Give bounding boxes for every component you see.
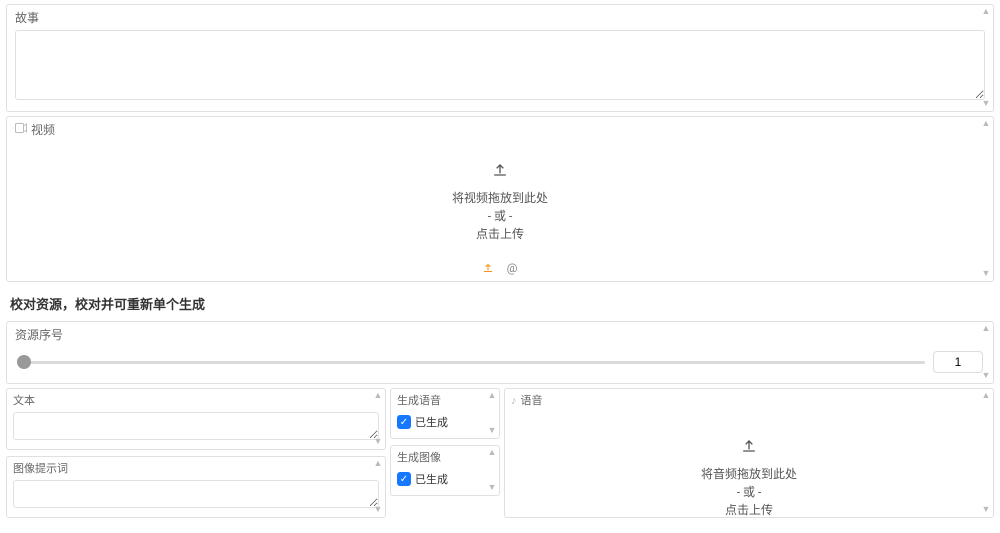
slider-track (17, 361, 925, 364)
gen-image-panel: 生成图像 ✓ 已生成 (390, 445, 500, 496)
audio-panel: ♪ 语音 将音频拖放到此处 - 或 - 点击上传 (504, 388, 994, 518)
music-icon: ♪ (511, 394, 517, 407)
video-label: 视频 (7, 117, 993, 140)
text-label: 文本 (7, 389, 385, 410)
video-drop-line1: 将视频拖放到此处 (452, 189, 548, 207)
audio-dropzone[interactable]: 将音频拖放到此处 - 或 - 点击上传 (505, 410, 993, 533)
audio-label-text: 语音 (521, 392, 543, 408)
text-caret-down[interactable] (373, 437, 383, 447)
resource-caret-up[interactable] (981, 324, 991, 334)
text-textarea[interactable] (13, 412, 379, 440)
audio-drop-line1: 将音频拖放到此处 (701, 465, 797, 483)
slider-thumb[interactable] (17, 355, 31, 369)
resource-index-panel: 资源序号 (6, 321, 994, 384)
video-icon (15, 123, 27, 136)
video-label-text: 视频 (31, 121, 55, 138)
prompt-panel: 图像提示词 (6, 456, 386, 518)
gen-voice-label: 生成语音 (391, 389, 499, 410)
audio-drop-or: - 或 - (737, 483, 762, 501)
gen-image-chk-label: 已生成 (415, 471, 448, 487)
gen-voice-checkbox[interactable]: ✓ (397, 415, 411, 429)
story-caret-up[interactable] (981, 7, 991, 17)
video-caret-up[interactable] (981, 119, 991, 129)
upload-icon (490, 160, 510, 183)
gen-voice-chk-label: 已生成 (415, 414, 448, 430)
prompt-label: 图像提示词 (7, 457, 385, 478)
gen-image-checkbox[interactable]: ✓ (397, 472, 411, 486)
story-textarea[interactable] (15, 30, 985, 100)
prompt-caret-up[interactable] (373, 459, 383, 469)
text-caret-up[interactable] (373, 391, 383, 401)
audio-caret-up[interactable] (981, 391, 991, 401)
video-dropzone[interactable]: 将视频拖放到此处 - 或 - 点击上传 (7, 140, 993, 257)
bottom-row: 文本 图像提示词 生成语音 ✓ 已生成 生成图像 ✓ 已生成 (6, 388, 994, 518)
gen-image-label: 生成图像 (391, 446, 499, 467)
gen-image-caret-down[interactable] (487, 483, 497, 493)
video-actions: @ (7, 257, 993, 281)
col-mid: 生成语音 ✓ 已生成 生成图像 ✓ 已生成 (390, 388, 500, 518)
resource-index-slider[interactable] (17, 359, 925, 365)
resource-index-value[interactable] (933, 351, 983, 373)
gen-voice-panel: 生成语音 ✓ 已生成 (390, 388, 500, 439)
video-panel: 视频 将视频拖放到此处 - 或 - 点击上传 @ (6, 116, 994, 282)
story-label: 故事 (7, 5, 993, 28)
audio-drop-line2: 点击上传 (725, 501, 773, 519)
col-right: ♪ 语音 将音频拖放到此处 - 或 - 点击上传 (504, 388, 994, 518)
text-panel: 文本 (6, 388, 386, 450)
video-caret-down[interactable] (981, 269, 991, 279)
section-title: 校对资源，校对并可重新单个生成 (0, 286, 1000, 317)
gen-voice-caret-up[interactable] (487, 391, 497, 401)
story-panel: 故事 (6, 4, 994, 112)
audio-label: ♪ 语音 (505, 389, 993, 410)
col-left: 文本 图像提示词 (6, 388, 386, 518)
gen-image-caret-up[interactable] (487, 448, 497, 458)
upload-icon (739, 436, 759, 459)
mention-action-icon[interactable]: @ (505, 261, 519, 275)
story-caret-down[interactable] (981, 99, 991, 109)
video-drop-line2: 点击上传 (476, 225, 524, 243)
resource-index-label: 资源序号 (7, 322, 993, 345)
prompt-caret-down[interactable] (373, 505, 383, 515)
audio-caret-down[interactable] (981, 505, 991, 515)
upload-action-icon[interactable] (481, 261, 495, 275)
gen-voice-caret-down[interactable] (487, 426, 497, 436)
video-drop-or: - 或 - (488, 207, 513, 225)
resource-caret-down[interactable] (981, 371, 991, 381)
prompt-textarea[interactable] (13, 480, 379, 508)
